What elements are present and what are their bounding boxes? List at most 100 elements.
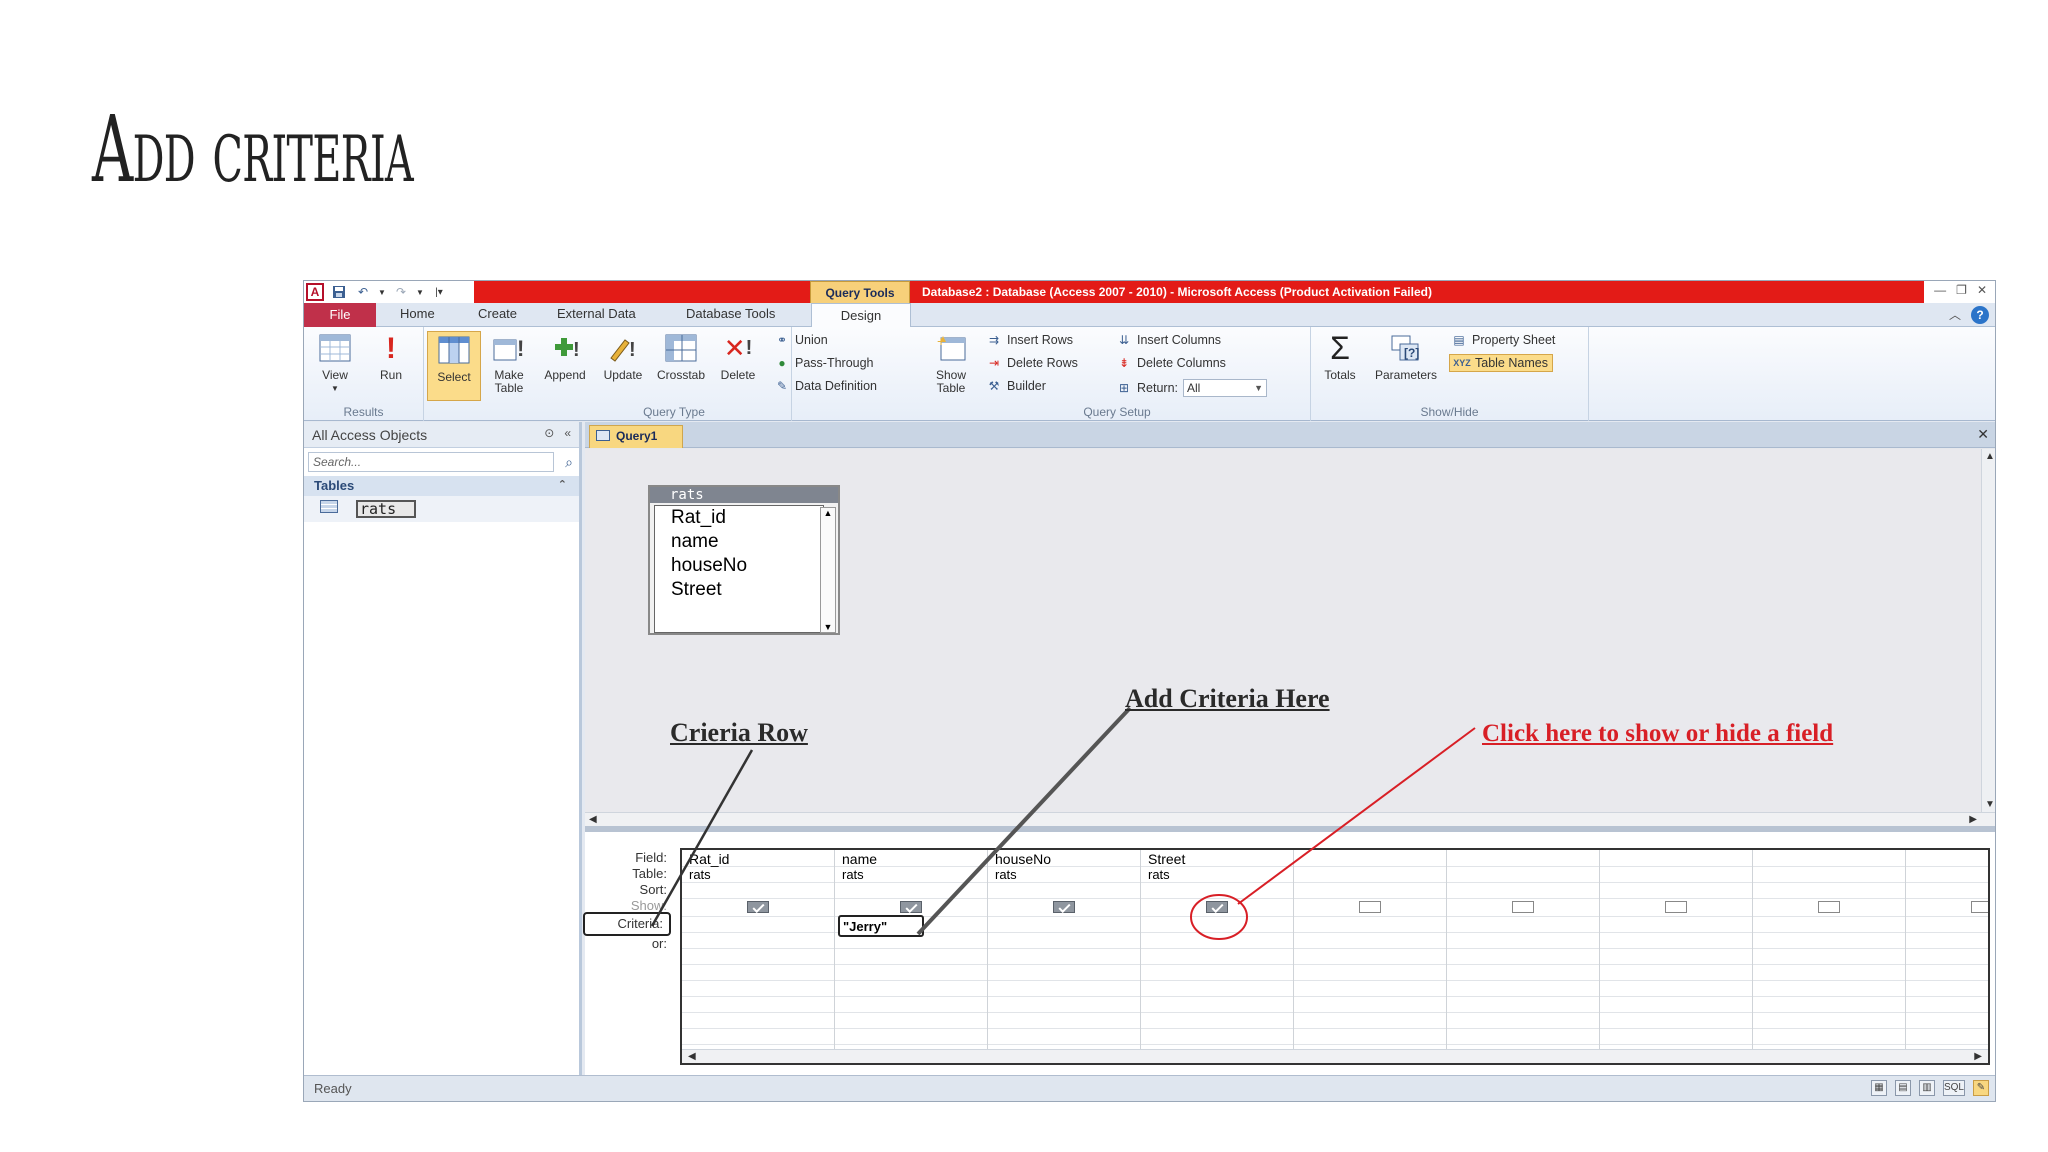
show-checkbox[interactable] <box>1206 901 1228 913</box>
field-list-item[interactable]: Rat_id <box>655 506 823 530</box>
ribbon-tabs: File Home Create External Data Database … <box>304 303 1995 328</box>
tab-external-data[interactable]: External Data <box>557 306 636 321</box>
property-sheet-button[interactable]: ▤ Property Sheet <box>1451 333 1555 347</box>
delete-rows-button[interactable]: ⇥ Delete Rows <box>986 356 1078 370</box>
show-checkbox[interactable] <box>900 901 922 913</box>
run-button[interactable]: ! Run <box>364 331 418 382</box>
grid-column-houseno[interactable]: houseNo rats <box>988 850 1141 1063</box>
grid-column-name[interactable]: name rats "Jerry" <box>835 850 988 1063</box>
tab-create[interactable]: Create <box>478 306 517 321</box>
show-checkbox[interactable] <box>747 901 769 913</box>
sql-view-button[interactable]: SQL <box>1942 1080 1965 1096</box>
scroll-up-icon[interactable]: ▲ <box>1985 451 1995 462</box>
show-table-button[interactable]: + Show Table <box>924 331 978 395</box>
table-icon <box>320 500 338 513</box>
help-icon[interactable]: ? <box>1971 306 1989 324</box>
shutter-bar-collapse-icon[interactable]: « <box>564 426 571 440</box>
field-list-scrollbar[interactable]: ▲ ▼ <box>820 507 836 633</box>
insert-columns-button[interactable]: ⇊ Insert Columns <box>1116 333 1221 347</box>
close-document-icon[interactable]: ✕ <box>1977 426 1989 443</box>
append-button[interactable]: ! Append <box>538 331 592 382</box>
table-pane-hscroll[interactable]: ◀ ▶ <box>585 812 1995 826</box>
access-logo-icon[interactable]: A <box>306 283 324 301</box>
minimize-ribbon-icon[interactable]: ︿ <box>1949 306 1961 323</box>
grid-column-empty[interactable] <box>1906 850 1988 1063</box>
field-list-item[interactable]: name <box>655 530 823 554</box>
grid-table-cell[interactable]: rats <box>995 867 1017 882</box>
show-checkbox[interactable] <box>1665 901 1687 913</box>
pass-through-button[interactable]: ● Pass-Through <box>774 356 873 370</box>
make-table-button[interactable]: ! Make Table <box>482 331 536 395</box>
tab-file[interactable]: File <box>304 303 376 327</box>
grid-table-cell[interactable]: rats <box>689 867 711 882</box>
show-checkbox[interactable] <box>1053 901 1075 913</box>
grid-field-cell[interactable]: Rat_id <box>689 851 729 867</box>
nav-item-rats[interactable]: rats <box>304 496 579 522</box>
show-checkbox[interactable] <box>1512 901 1534 913</box>
show-checkbox[interactable] <box>1971 901 1988 913</box>
data-definition-button[interactable]: ✎ Data Definition <box>774 379 877 393</box>
scroll-right-icon[interactable]: ▶ <box>1974 1051 1982 1062</box>
scroll-down-icon[interactable]: ▼ <box>821 622 835 632</box>
nav-search-input[interactable]: Search... ⌕ <box>308 452 573 472</box>
redo-icon[interactable]: ↷ <box>392 283 410 301</box>
tab-design[interactable]: Design <box>811 303 911 328</box>
criteria-cell-name[interactable]: "Jerry" <box>838 915 924 937</box>
crosstab-button[interactable]: Crosstab <box>654 331 708 382</box>
grid-column-empty[interactable] <box>1753 850 1906 1063</box>
grid-field-cell[interactable]: houseNo <box>995 851 1051 867</box>
tab-query1[interactable]: Query1 <box>589 425 683 448</box>
redo-dropdown-icon[interactable]: ▼ <box>416 283 424 301</box>
return-select[interactable]: All ▼ <box>1183 379 1267 397</box>
table-pane-vscroll[interactable]: ▲ ▼ <box>1981 449 1995 826</box>
union-button[interactable]: ⚭ Union <box>774 333 828 347</box>
undo-icon[interactable]: ↶ <box>354 283 372 301</box>
totals-button[interactable]: Σ Totals <box>1313 331 1367 382</box>
grid-hscroll[interactable]: ◀ ▶ <box>682 1049 1988 1063</box>
minimize-icon[interactable]: — <box>1934 283 1946 297</box>
field-list-item[interactable]: Street <box>655 578 823 602</box>
update-button[interactable]: ! Update <box>596 331 650 382</box>
view-button[interactable]: View ▼ <box>308 331 362 395</box>
nav-pane-header[interactable]: All Access Objects ⊙ « <box>304 422 579 448</box>
grid-column-street[interactable]: Street rats <box>1141 850 1294 1063</box>
datasheet-view-icon[interactable]: ▦ <box>1870 1080 1887 1096</box>
close-icon[interactable]: ✕ <box>1977 283 1987 297</box>
grid-field-cell[interactable]: name <box>842 851 877 867</box>
grid-column-rat-id[interactable]: Rat_id rats <box>682 850 835 1063</box>
field-list-rats[interactable]: rats Rat_id name houseNo Street ▲ ▼ <box>648 485 840 635</box>
pivot-table-view-icon[interactable]: ▤ <box>1894 1080 1911 1096</box>
builder-button[interactable]: ⚒ Builder <box>986 379 1046 393</box>
search-icon[interactable]: ⌕ <box>565 454 573 471</box>
field-list-item[interactable]: houseNo <box>655 554 823 578</box>
save-icon[interactable] <box>330 283 348 301</box>
scroll-down-icon[interactable]: ▼ <box>1985 799 1995 810</box>
parameters-button[interactable]: [?] Parameters <box>1371 331 1441 382</box>
grid-column-empty[interactable] <box>1447 850 1600 1063</box>
tab-database-tools[interactable]: Database Tools <box>686 306 775 321</box>
scroll-up-icon[interactable]: ▲ <box>821 508 835 518</box>
grid-table-cell[interactable]: rats <box>1148 867 1170 882</box>
tab-home[interactable]: Home <box>400 306 435 321</box>
insert-rows-button[interactable]: ⇉ Insert Rows <box>986 333 1073 347</box>
delete-query-button[interactable]: ✕! Delete <box>711 331 765 382</box>
nav-menu-dropdown-icon[interactable]: ⊙ <box>544 426 554 440</box>
customize-toolbar-icon[interactable]: |▾ <box>430 283 448 301</box>
grid-table-cell[interactable]: rats <box>842 867 864 882</box>
scroll-left-icon[interactable]: ◀ <box>688 1051 696 1062</box>
scroll-left-icon[interactable]: ◀ <box>589 814 597 825</box>
pivot-chart-view-icon[interactable]: ▥ <box>1918 1080 1935 1096</box>
grid-column-empty[interactable] <box>1294 850 1447 1063</box>
table-names-button[interactable]: XYZ Table Names <box>1449 354 1553 372</box>
grid-field-cell[interactable]: Street <box>1148 851 1185 867</box>
undo-dropdown-icon[interactable]: ▼ <box>378 283 386 301</box>
show-checkbox[interactable] <box>1359 901 1381 913</box>
delete-columns-button[interactable]: ⇟ Delete Columns <box>1116 356 1226 370</box>
nav-group-tables[interactable]: Tables ⌃ <box>304 476 579 496</box>
design-view-icon[interactable]: ✎ <box>1973 1080 1989 1096</box>
restore-icon[interactable]: ❐ <box>1956 283 1967 297</box>
scroll-right-icon[interactable]: ▶ <box>1969 814 1977 825</box>
select-query-button[interactable]: Select <box>427 331 481 401</box>
show-checkbox[interactable] <box>1818 901 1840 913</box>
grid-column-empty[interactable] <box>1600 850 1753 1063</box>
